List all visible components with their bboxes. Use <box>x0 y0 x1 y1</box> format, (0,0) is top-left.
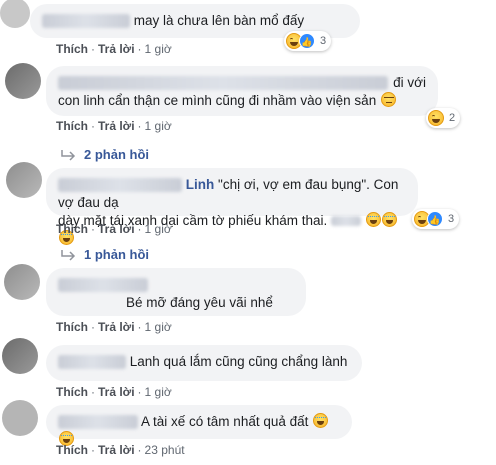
avatar[interactable] <box>2 338 38 374</box>
comment-bubble: Lanh quá lắm cũng cũng chẩng lành <box>46 345 362 381</box>
avatar[interactable] <box>4 264 40 300</box>
unamused-emoji-icon <box>380 92 396 107</box>
comment-bubble: A tài xế có tâm nhất quả đất <box>46 405 352 446</box>
like-icon: 👍 <box>299 33 315 49</box>
timestamp[interactable]: 1 giờ <box>145 42 172 56</box>
commenter-name[interactable] <box>58 355 126 370</box>
comment-text: A tài xế có tâm nhất quả đất <box>141 414 309 429</box>
like-link[interactable]: Thích <box>56 222 88 236</box>
comment-text: may là chưa lên bàn mổ đấy <box>133 13 305 28</box>
view-replies-link[interactable]: 1 phản hồi <box>60 247 149 262</box>
avatar[interactable] <box>5 63 41 99</box>
reaction-summary[interactable]: 👍 3 <box>412 209 460 229</box>
reply-link[interactable]: Trả lời <box>98 385 135 399</box>
reply-link[interactable]: Trả lời <box>98 320 135 334</box>
view-replies-link[interactable]: 2 phản hồi <box>60 147 149 162</box>
laughing-emoji-icon <box>313 413 329 428</box>
commenter-name[interactable] <box>58 415 138 430</box>
reply-arrow-icon <box>61 249 76 261</box>
like-link[interactable]: Thích <box>56 320 88 334</box>
reply-link[interactable]: Trả lời <box>98 222 135 236</box>
reaction-count: 3 <box>448 213 455 225</box>
comment-actions: Thích · Trả lời · 1 giờ <box>56 222 172 236</box>
timestamp[interactable]: 1 giờ <box>145 119 172 133</box>
reply-link[interactable]: Trả lời <box>98 119 135 133</box>
comment-actions: Thích · Trả lời · 23 phút <box>56 443 185 457</box>
reply-count: 1 phản hồi <box>84 247 149 262</box>
commenter-name[interactable] <box>42 14 130 29</box>
avatar[interactable] <box>6 162 42 198</box>
timestamp[interactable]: 1 giờ <box>145 320 172 334</box>
timestamp[interactable]: 1 giờ <box>145 385 172 399</box>
mention-blur <box>331 216 362 227</box>
avatar[interactable] <box>2 400 38 436</box>
reply-link[interactable]: Trả lời <box>98 443 135 457</box>
comment-bubble: Linh "chị ơi, vợ em đau bụng". Con vợ đa… <box>46 168 418 245</box>
timestamp[interactable]: 23 phút <box>145 443 185 457</box>
like-icon: 👍 <box>427 211 443 227</box>
comment-actions: Thích · Trả lời · 1 giờ <box>56 119 172 133</box>
comment-bubble: Bé mỡ đáng yêu vãi nhể <box>46 268 306 316</box>
like-link[interactable]: Thích <box>56 385 88 399</box>
reaction-summary[interactable]: 2 <box>426 108 461 128</box>
like-link[interactable]: Thích <box>56 42 88 56</box>
haha-icon <box>428 110 444 126</box>
timestamp[interactable]: 1 giờ <box>145 222 172 236</box>
commenter-name-blur[interactable] <box>58 178 182 193</box>
comment-actions: Thích · Trả lời · 1 giờ <box>56 320 172 334</box>
laughing-emoji-icon <box>365 212 381 227</box>
reaction-summary[interactable]: 👍 3 <box>284 31 332 51</box>
reply-arrow-icon <box>61 149 76 161</box>
avatar[interactable] <box>0 0 30 28</box>
comment-actions: Thích · Trả lời · 1 giờ <box>56 385 172 399</box>
like-link[interactable]: Thích <box>56 119 88 133</box>
reply-link[interactable]: Trả lời <box>98 42 135 56</box>
laughing-emoji-icon <box>381 212 397 227</box>
like-link[interactable]: Thích <box>56 443 88 457</box>
comment-actions: Thích · Trả lời · 1 giờ <box>56 42 172 56</box>
comment-text: Bé mỡ đáng yêu vãi nhể <box>126 295 273 310</box>
reaction-count: 2 <box>449 112 456 124</box>
comment-text: Lanh quá lắm cũng cũng chẩng lành <box>129 354 348 369</box>
commenter-name[interactable] <box>58 76 388 90</box>
comment-bubble: đi với con linh cẩn thận ce mình cũng đi… <box>46 66 438 116</box>
comment-text-line1: đi với <box>393 75 426 90</box>
commenter-name[interactable]: Linh <box>186 177 215 192</box>
reply-count: 2 phản hồi <box>84 147 149 162</box>
reaction-count: 3 <box>320 35 327 47</box>
commenter-name[interactable] <box>58 278 148 293</box>
comment-text-line2: con linh cẩn thận ce mình cũng đi nhầm v… <box>58 93 377 108</box>
